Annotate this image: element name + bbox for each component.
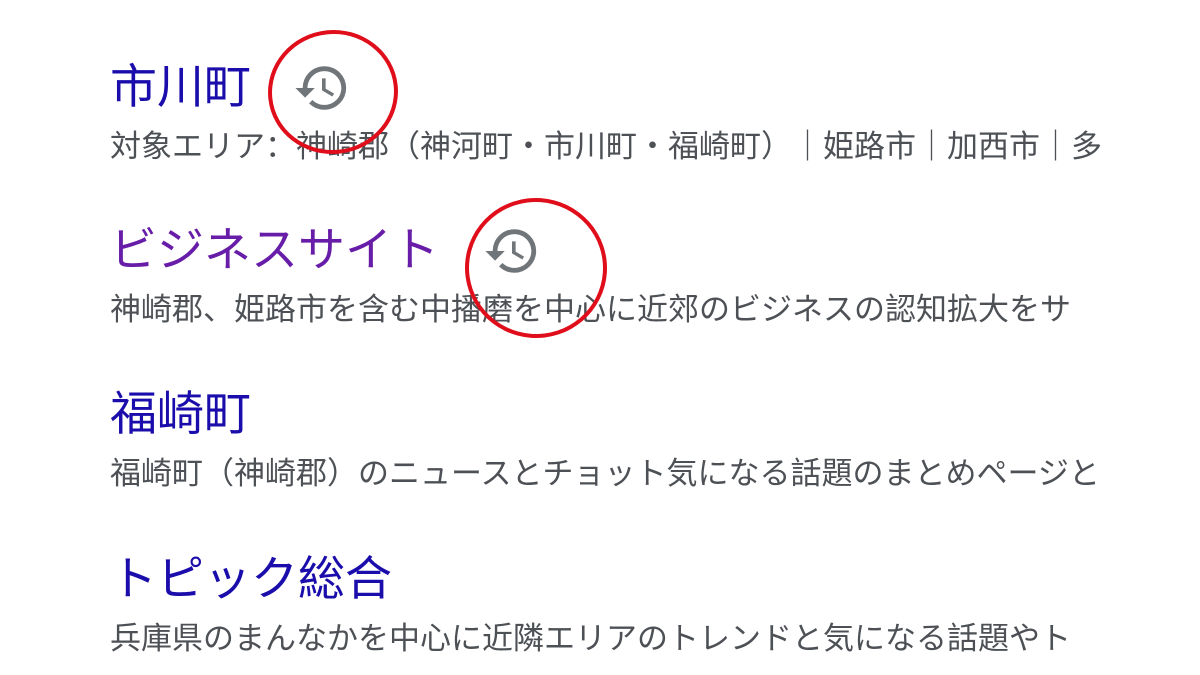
search-results: 市川町 対象エリア：神崎郡（神河町・市川町・福崎町）｜姫路市｜加西市｜多 ビジネ…	[110, 0, 1200, 675]
result-title-row: トピック総合	[110, 548, 392, 612]
history-icon-glyph	[485, 229, 537, 273]
history-icon[interactable]	[293, 59, 351, 117]
result-snippet: 対象エリア：神崎郡（神河町・市川町・福崎町）｜姫路市｜加西市｜多	[110, 129, 1102, 165]
result-title-row: 市川町	[110, 56, 351, 120]
result-title-row: 福崎町	[110, 383, 251, 447]
result-title-row: ビジネスサイト	[110, 219, 541, 283]
history-icon-glyph	[295, 66, 347, 110]
result-snippet: 兵庫県のまんなかを中心に近隣エリアのトレンドと気になる話題やト	[110, 621, 1071, 657]
result-snippet: 神崎郡、姫路市を含む中播磨を中心に近郊のビジネスの認知拡大をサ	[110, 292, 1071, 328]
result-title-link[interactable]: ビジネスサイト	[110, 219, 439, 283]
result-title-link[interactable]: 市川町	[110, 56, 251, 120]
history-icon[interactable]	[483, 222, 541, 280]
result-snippet: 福崎町（神崎郡）のニュースとチョット気になる話題のまとめページと	[110, 456, 1100, 492]
result-title-link[interactable]: 福崎町	[110, 383, 251, 447]
result-title-link[interactable]: トピック総合	[110, 548, 392, 612]
